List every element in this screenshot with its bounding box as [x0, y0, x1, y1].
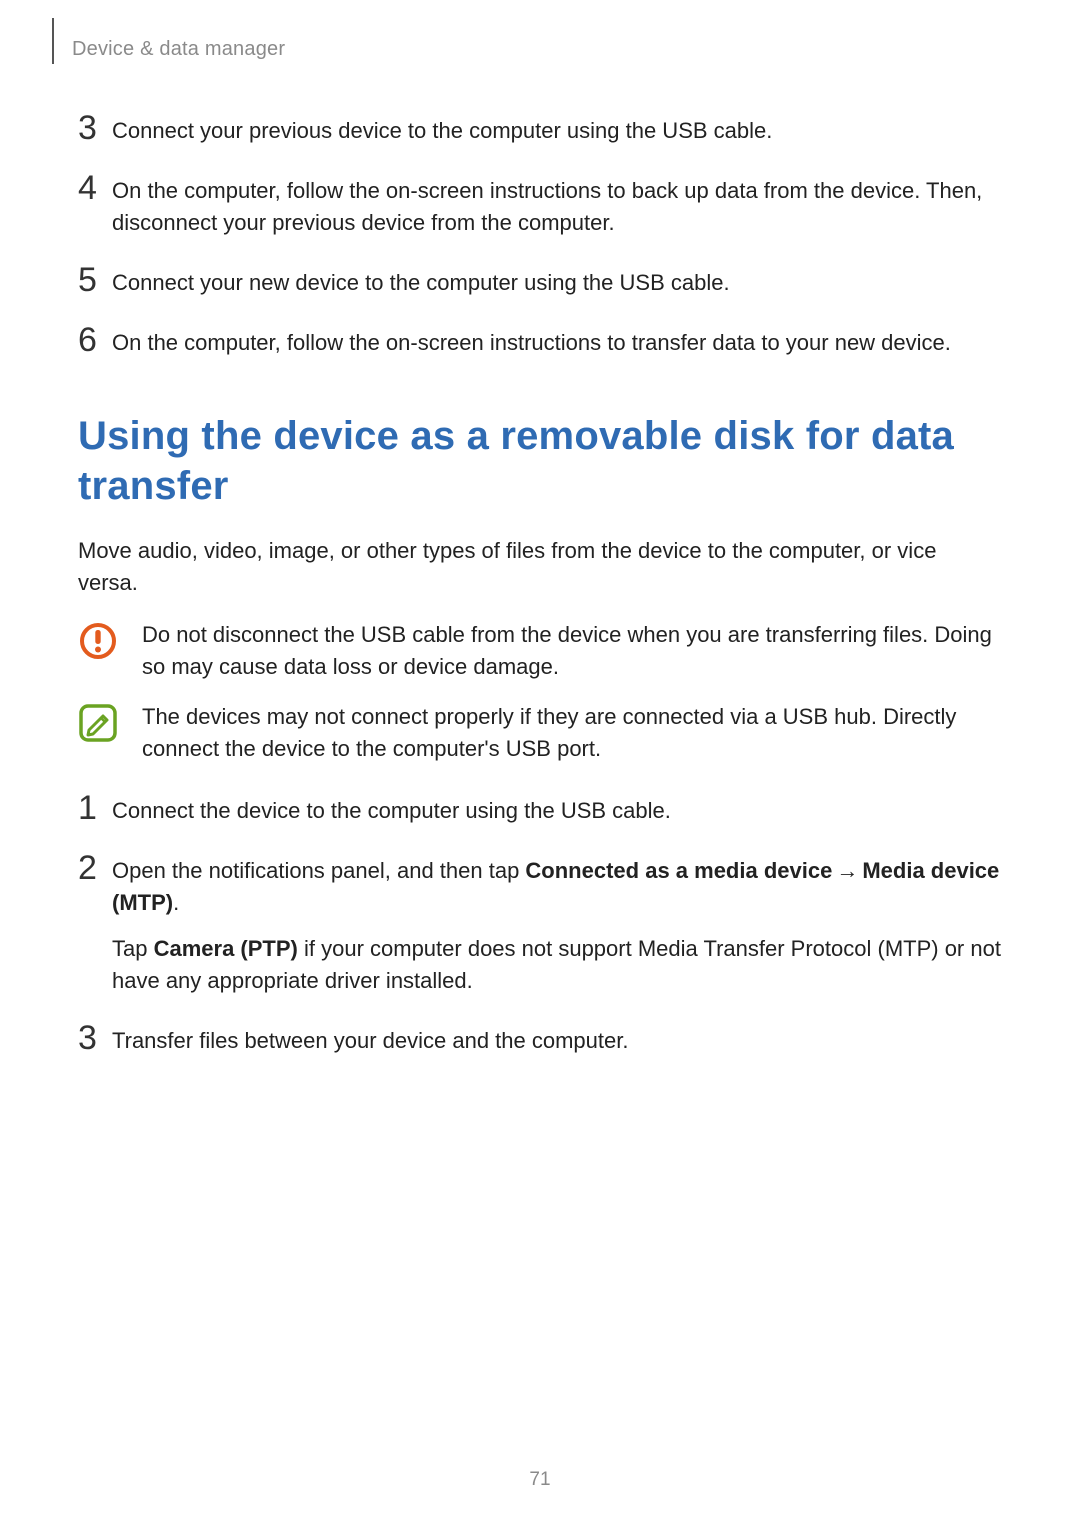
- step-number: 3: [78, 1023, 112, 1053]
- step-text: On the computer, follow the on-screen in…: [112, 325, 1002, 359]
- step-text: On the computer, follow the on-screen in…: [112, 173, 1002, 239]
- steps-continued: 3 Connect your previous device to the co…: [78, 113, 1002, 359]
- step-number: 2: [78, 853, 112, 883]
- alert-icon: [78, 621, 118, 661]
- pencil-square-icon: [78, 703, 118, 743]
- note-text: The devices may not connect properly if …: [142, 701, 1002, 765]
- section-heading: Using the device as a removable disk for…: [78, 411, 1002, 511]
- note-callout: The devices may not connect properly if …: [78, 701, 1002, 765]
- step-item: 2 Open the notifications panel, and then…: [78, 853, 1002, 997]
- step-number: 1: [78, 793, 112, 823]
- step-number: 5: [78, 265, 112, 295]
- step-item: 1 Connect the device to the computer usi…: [78, 793, 1002, 827]
- step2-bold1: Connected as a media device: [525, 858, 832, 883]
- step-text: Open the notifications panel, and then t…: [112, 853, 1002, 997]
- step-number: 6: [78, 325, 112, 355]
- step2-extra: Tap Camera (PTP) if your computer does n…: [112, 933, 1002, 997]
- arrow-icon: →: [832, 858, 862, 883]
- intro-paragraph: Move audio, video, image, or other types…: [78, 535, 1002, 599]
- manual-page: Device & data manager 3 Connect your pre…: [0, 0, 1080, 1527]
- warning-callout: Do not disconnect the USB cable from the…: [78, 619, 1002, 683]
- steps-removable-disk: 1 Connect the device to the computer usi…: [78, 793, 1002, 1057]
- step-item: 5 Connect your new device to the compute…: [78, 265, 1002, 299]
- step-number: 4: [78, 173, 112, 203]
- step2-extra-bold: Camera (PTP): [154, 936, 298, 961]
- step-item: 6 On the computer, follow the on-screen …: [78, 325, 1002, 359]
- step-item: 3 Connect your previous device to the co…: [78, 113, 1002, 147]
- step2-tail1: .: [173, 890, 179, 915]
- header-rule: [52, 18, 54, 64]
- step-item: 3 Transfer files between your device and…: [78, 1023, 1002, 1057]
- breadcrumb: Device & data manager: [72, 38, 1002, 61]
- step-text: Connect the device to the computer using…: [112, 793, 1002, 827]
- step-text: Transfer files between your device and t…: [112, 1023, 1002, 1057]
- step-item: 4 On the computer, follow the on-screen …: [78, 173, 1002, 239]
- step-number: 3: [78, 113, 112, 143]
- warning-text: Do not disconnect the USB cable from the…: [142, 619, 1002, 683]
- page-number: 71: [0, 1469, 1080, 1491]
- step2-extra-lead: Tap: [112, 936, 154, 961]
- step-text: Connect your new device to the computer …: [112, 265, 1002, 299]
- step2-lead: Open the notifications panel, and then t…: [112, 858, 525, 883]
- step-text: Connect your previous device to the comp…: [112, 113, 1002, 147]
